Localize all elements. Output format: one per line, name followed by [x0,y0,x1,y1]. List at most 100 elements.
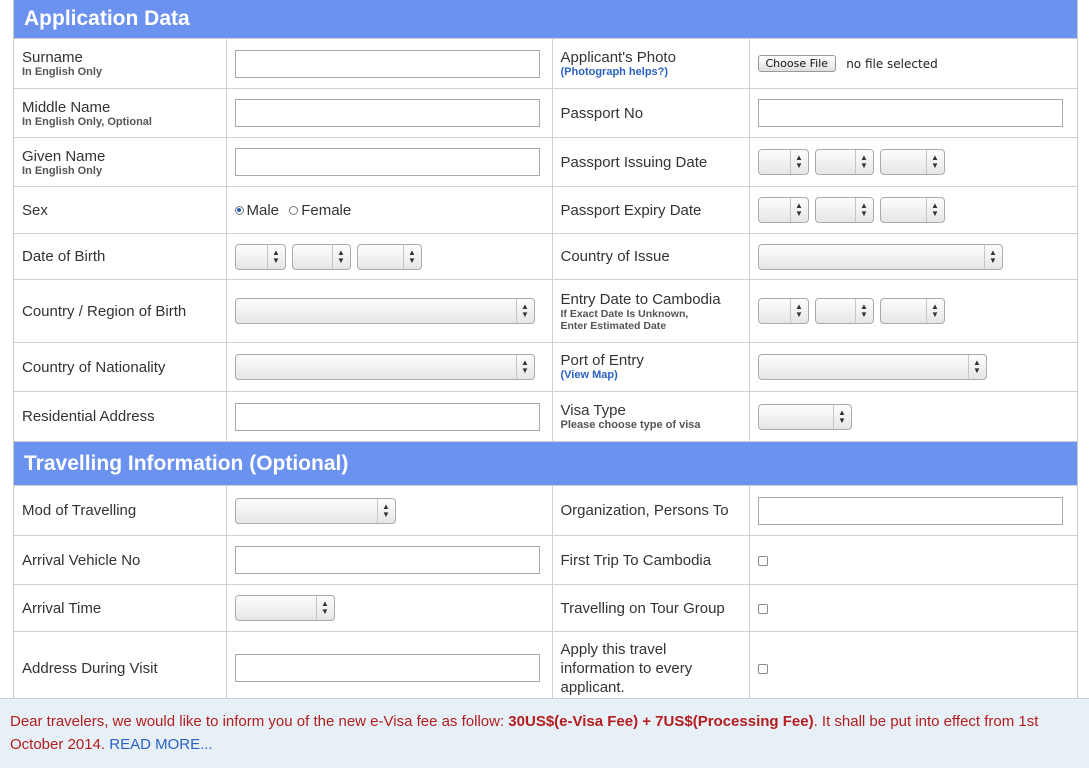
first-trip-checkbox[interactable] [757,555,768,566]
passport-issuing-day-select[interactable]: ▲ ▼ [757,149,809,175]
nationality-label: Country of Nationality [22,358,166,376]
dob-selects: ▲ ▼ ▲ ▼ ▲ ▼ [225,233,553,280]
chevron-updown-icon: ▲ ▼ [925,299,944,323]
first-trip-checkbox-cell [748,535,1077,585]
passport-expiry-month-select[interactable]: ▲ ▼ [814,197,874,223]
mode-select-cell: ▲ ▼ [225,485,553,536]
first-trip-label-cell: First Trip To Cambodia [551,535,750,585]
visit-address-label-cell: Address During Visit [14,631,227,698]
passport-no-input[interactable] [757,99,1063,127]
address-input-cell [225,391,553,442]
entry-date-hint-line1: If Exact Date Is Unknown, [560,307,689,320]
chevron-updown-icon: ▲ ▼ [789,150,808,174]
chevron-updown-icon: ▲ ▼ [854,299,873,323]
surname-input[interactable] [234,49,540,78]
row-surname: Surname In English Only Applicant's Phot… [14,38,1077,89]
surname-label: Surname [22,49,83,66]
vehicle-input-cell [225,535,553,585]
visa-application-form: Application Data Surname In English Only… [13,0,1078,698]
choose-file-button[interactable]: Choose File [757,55,837,73]
visa-type-select[interactable]: ▲ ▼ [757,403,852,430]
row-address: Residential Address Visa Type Please cho… [14,391,1077,442]
entry-date-hint-line2: Enter Estimated Date [560,319,667,332]
row-given-name: Given Name In English Only Passport Issu… [14,137,1077,187]
mode-label: Mod of Travelling [22,502,137,519]
organization-label-cell: Organization, Persons To [551,485,750,536]
chevron-updown-icon: ▲ ▼ [925,150,944,174]
passport-expiry-selects: ▲ ▼ ▲ ▼ ▲ ▼ [748,186,1077,234]
view-map-link[interactable]: (View Map) [561,369,741,382]
visit-address-input[interactable] [234,654,540,682]
vehicle-label: Arrival Vehicle No [22,551,141,569]
fee-notice-banner: Dear travelers, we would like to inform … [0,698,1089,768]
tour-group-checkbox[interactable] [757,603,768,614]
passport-expiry-year-select[interactable]: ▲ ▼ [879,197,945,223]
dob-day-select[interactable]: ▲ ▼ [234,243,286,270]
passport-issuing-year-select[interactable]: ▲ ▼ [879,149,945,175]
passport-no-input-cell [748,88,1077,138]
organization-input[interactable] [757,496,1063,525]
vehicle-label-cell: Arrival Vehicle No [14,535,227,585]
chevron-updown-icon: ▲ ▼ [789,198,808,222]
entry-date-label: Entry Date to Cambodia [560,290,721,308]
male-radio[interactable] [234,205,244,215]
nationality-label-cell: Country of Nationality [14,342,227,392]
entry-year-select[interactable]: ▲ ▼ [879,298,945,324]
arrival-vehicle-input[interactable] [234,546,540,574]
entry-day-select[interactable]: ▲ ▼ [757,298,809,324]
birth-country-label: Country / Region of Birth [22,302,187,320]
apply-all-label-cell: Apply this travel information to every a… [551,631,750,698]
first-trip-label: First Trip To Cambodia [560,551,712,569]
mode-travelling-select[interactable]: ▲ ▼ [234,497,396,524]
address-label-cell: Residential Address [14,391,227,442]
middle-name-label-cell: Middle Name In English Only, Optional [14,88,227,138]
file-status-text: no file selected [846,56,938,71]
passport-expiry-day-select[interactable]: ▲ ▼ [757,197,809,223]
chevron-updown-icon: ▲ ▼ [854,150,873,174]
given-name-label-cell: Given Name In English Only [14,137,227,187]
dob-month-select[interactable]: ▲ ▼ [291,243,351,270]
row-arrival-time: Arrival Time ▲ ▼ Travelling on Tour Group [14,584,1077,632]
female-label: Female [301,201,352,219]
read-more-link[interactable]: READ MORE... [109,736,212,753]
entry-month-select[interactable]: ▲ ▼ [814,298,874,324]
passport-no-label-cell: Passport No [551,88,750,138]
passport-issuing-selects: ▲ ▼ ▲ ▼ ▲ ▼ [748,137,1077,187]
middle-name-label: Middle Name [22,98,111,116]
chevron-updown-icon: ▲ ▼ [789,299,808,323]
chevron-updown-icon: ▲ ▼ [376,498,395,523]
port-entry-select-cell: ▲ ▼ [748,342,1077,392]
surname-label-cell: Surname In English Only [14,38,227,89]
given-name-input[interactable] [234,148,540,176]
arrival-time-select[interactable]: ▲ ▼ [234,595,335,621]
passport-issuing-month-select[interactable]: ▲ ▼ [814,149,874,175]
middle-name-input[interactable] [234,99,540,127]
middle-name-hint: In English Only, Optional [22,115,152,128]
country-issue-select[interactable]: ▲ ▼ [757,243,1003,270]
chevron-updown-icon: ▲ ▼ [266,244,285,269]
tour-group-checkbox-cell [748,584,1077,632]
dob-year-select[interactable]: ▲ ▼ [356,243,422,270]
application-data-header: Application Data [14,0,1077,38]
female-radio[interactable] [289,205,299,215]
given-name-hint: In English Only [22,164,103,177]
row-date-of-birth: Date of Birth ▲ ▼ ▲ ▼ ▲ ▼ Country of Issue ▲ ▼ [14,233,1077,280]
passport-expiry-label-cell: Passport Expiry Date [551,186,750,234]
visa-type-select-cell: ▲ ▼ [748,391,1077,442]
entry-date-label-cell: Entry Date to Cambodia If Exact Date Is … [551,279,750,343]
row-middle-name: Middle Name In English Only, Optional Pa… [14,88,1077,138]
photograph-help-link[interactable]: (Photograph helps?) [561,66,741,79]
dob-label-cell: Date of Birth [14,233,227,280]
apply-all-checkbox[interactable] [757,663,768,674]
residential-address-input[interactable] [234,402,540,431]
row-nationality: Country of Nationality ▲ ▼ Port of Entry … [14,342,1077,392]
given-name-input-cell [225,137,553,187]
arrival-time-label-cell: Arrival Time [14,584,227,632]
birth-country-select[interactable]: ▲ ▼ [234,298,535,324]
chevron-updown-icon: ▲ ▼ [854,198,873,222]
notice-text-1: Dear travelers, we would like to inform … [10,713,509,730]
nationality-select[interactable]: ▲ ▼ [234,354,535,380]
port-entry-select[interactable]: ▲ ▼ [757,354,987,380]
notice-fee: 30US$(e-Visa Fee) + 7US$(Processing Fee) [508,713,814,730]
travelling-info-title: Travelling Information (Optional) [24,451,349,475]
